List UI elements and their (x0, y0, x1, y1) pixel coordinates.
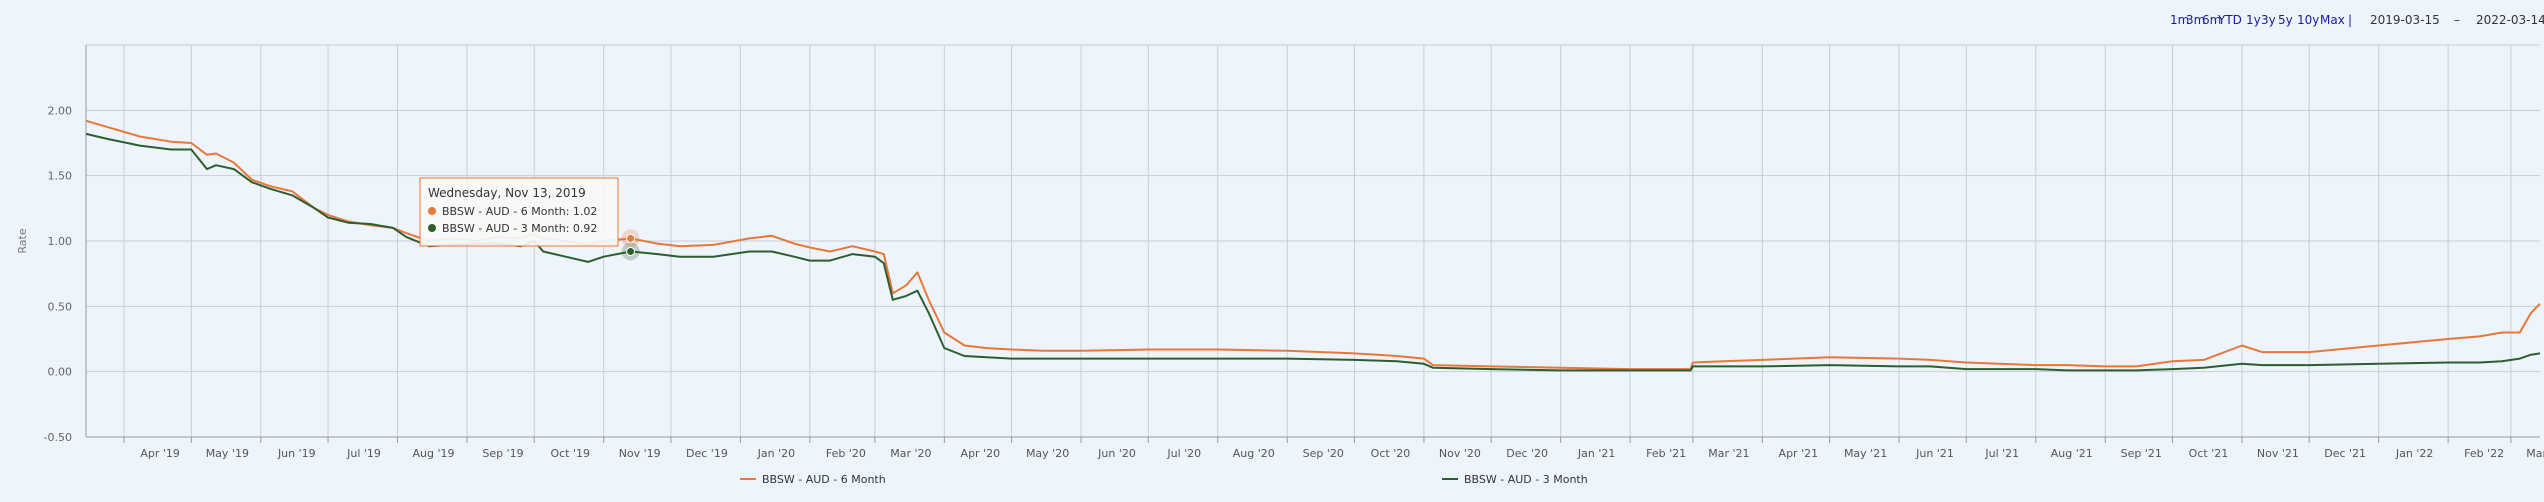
x-tick-label: Jun '21 (1915, 447, 1954, 460)
x-tick-label: Sep '20 (1303, 447, 1344, 460)
legend-label[interactable]: BBSW - AUD - 6 Month (762, 473, 886, 486)
x-tick-label: Nov '19 (619, 447, 661, 460)
from-date-input[interactable]: 2019-03-15 (2370, 13, 2440, 27)
x-tick-label: Feb '22 (2464, 447, 2504, 460)
x-tick-label: Aug '20 (1233, 447, 1275, 460)
hover-point (626, 233, 636, 243)
range-button-10y[interactable]: 10y (2297, 13, 2319, 27)
y-tick-label: 0.50 (48, 300, 73, 313)
y-tick-label: -0.50 (44, 431, 72, 444)
y-axis: -0.50 0.00 0.50 1.00 1.50 2.00 Rate (16, 104, 72, 444)
x-tick-label: Mar '20 (890, 447, 931, 460)
x-tick-label: Jul '21 (1984, 447, 2019, 460)
y-tick-label: 1.00 (48, 235, 73, 248)
x-tick-label: Nov '21 (2257, 447, 2299, 460)
x-tick-label: Dec '19 (686, 447, 728, 460)
range-button-5y[interactable]: 5y (2278, 13, 2293, 27)
x-tick-label: May '19 (206, 447, 249, 460)
range-separator: | (2348, 13, 2352, 27)
x-tick-label: Jul '20 (1166, 447, 1201, 460)
legend-item-6-month[interactable]: BBSW - AUD - 6 Month (740, 473, 886, 486)
tooltip-row: BBSW - AUD - 3 Month: 0.92 (442, 222, 597, 235)
range-button-1y[interactable]: 1y (2246, 13, 2261, 27)
x-tick-label: Dec '21 (2324, 447, 2366, 460)
y-axis-title: Rate (16, 228, 29, 253)
tooltip: Wednesday, Nov 13, 2019 BBSW - AUD - 6 Mo… (419, 177, 619, 247)
x-tick-label: Aug '19 (413, 447, 455, 460)
legend-label[interactable]: BBSW - AUD - 3 Month (1464, 473, 1588, 486)
line-chart: -0.50 0.00 0.50 1.00 1.50 2.00 Rate Apr '19 May… (16, 13, 2544, 486)
x-tick-label: Nov '20 (1439, 447, 1481, 460)
x-tick-label: Mar '22 (2526, 447, 2544, 460)
x-tick-label: Sep '21 (2121, 447, 2162, 460)
x-tick-label: Sep '19 (482, 447, 523, 460)
x-tick-label: Oct '20 (1371, 447, 1411, 460)
x-tick-label: Apr '21 (1779, 447, 1819, 460)
tooltip-dot (428, 207, 436, 215)
x-tick-label: Jun '20 (1097, 447, 1136, 460)
legend[interactable]: BBSW - AUD - 6 Month BBSW - AUD - 3 Month (740, 473, 1588, 486)
x-tick-label: Apr '20 (961, 447, 1001, 460)
y-tick-label: 1.50 (48, 170, 73, 183)
range-button-max[interactable]: Max (2320, 13, 2345, 27)
x-tick-label: Feb '20 (826, 447, 866, 460)
hover-point (626, 246, 636, 256)
y-tick-label: 0.00 (48, 366, 73, 379)
chart-container: -0.50 0.00 0.50 1.00 1.50 2.00 Rate Apr '19 May… (0, 0, 2544, 502)
range-selector[interactable]: 1m3m6mYTD 1y 3y 5y 10y Max | 2019-03-15–2022-03… (2170, 13, 2544, 27)
x-tick-label: Apr '19 (140, 447, 180, 460)
tooltip-row: BBSW - AUD - 6 Month: 1.02 (442, 205, 597, 218)
range-button-ytd[interactable]: YTD (2217, 13, 2242, 27)
x-tick-label: Dec '20 (1506, 447, 1548, 460)
x-tick-label: Mar '21 (1708, 447, 1749, 460)
x-tick-label: Oct '21 (2189, 447, 2229, 460)
x-tick-label: May '21 (1844, 447, 1887, 460)
x-tick-label: Jun '19 (277, 447, 316, 460)
to-date-input[interactable]: 2022-03-14 (2476, 13, 2544, 27)
x-tick-label: Jan '21 (1577, 447, 1615, 460)
x-tick-label: Oct '19 (550, 447, 590, 460)
date-dash: – (2454, 13, 2460, 27)
range-button-3y[interactable]: 3y (2261, 13, 2276, 27)
x-tick-label: Jul '19 (346, 447, 381, 460)
x-tick-label: Jan '22 (2395, 447, 2433, 460)
tooltip-date: Wednesday, Nov 13, 2019 (428, 186, 586, 200)
x-tick-label: Jan '20 (757, 447, 795, 460)
y-tick-label: 2.00 (48, 104, 73, 117)
tooltip-dot (428, 224, 436, 232)
x-tick-label: Feb '21 (1646, 447, 1686, 460)
x-tick-label: May '20 (1026, 447, 1069, 460)
x-tick-label: Aug '21 (2051, 447, 2093, 460)
legend-item-3-month[interactable]: BBSW - AUD - 3 Month (1442, 473, 1588, 486)
